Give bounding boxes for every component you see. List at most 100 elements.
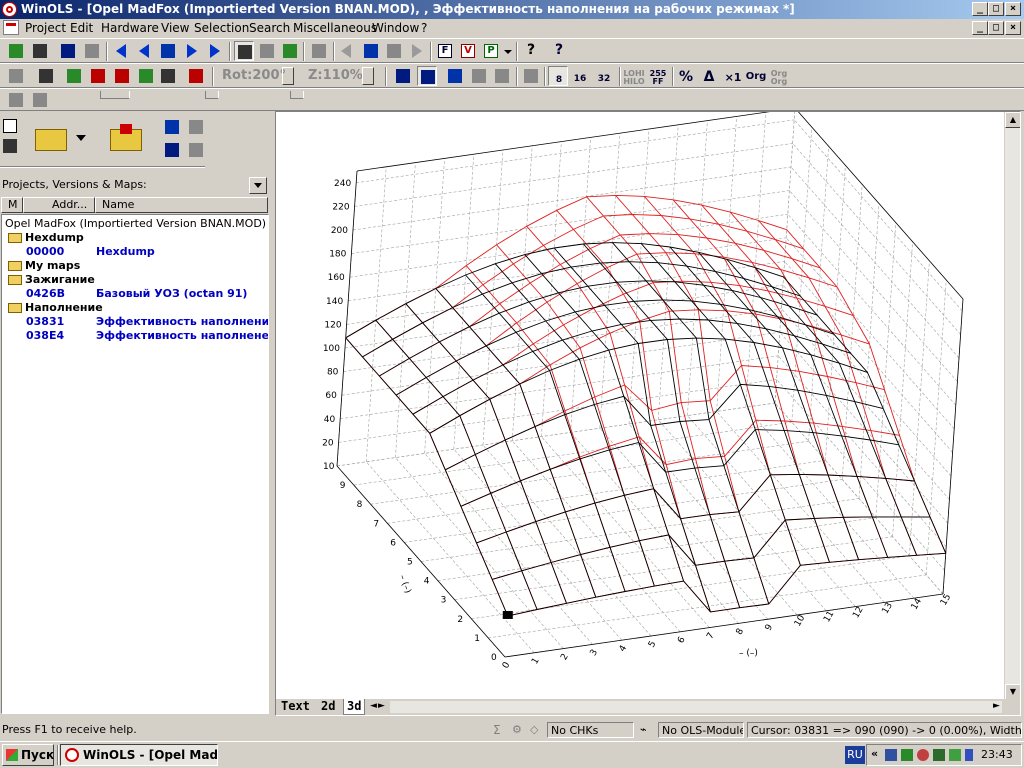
export-page-icon[interactable]: [186, 140, 206, 160]
chip-delete-icon[interactable]: [112, 66, 132, 86]
folder-filling[interactable]: Наполнение: [8, 301, 103, 315]
edit-tool-icon[interactable]: [445, 66, 465, 86]
next-map-icon[interactable]: [181, 41, 201, 61]
tab-3d[interactable]: 3d: [343, 699, 366, 715]
map-item[interactable]: 038E4 Эффективность наполненеия: [26, 329, 268, 343]
chip-remove-icon[interactable]: [88, 66, 108, 86]
map-item-selected[interactable]: 03831 Эффективность наполнения: [26, 315, 268, 329]
edit-tool3-icon[interactable]: [492, 66, 512, 86]
map-item[interactable]: 00000 Hexdump: [26, 245, 155, 259]
map-3d-view[interactable]: 20 40 60 80 100 120 140 160 180 200 220 240 0 1 2 3 4 5 6 7…: [275, 111, 1021, 716]
scroll-down-button[interactable]: ▼: [1005, 684, 1020, 700]
map-properties-icon[interactable]: [162, 140, 182, 160]
wand-icon[interactable]: [6, 41, 26, 61]
factor-button[interactable]: ×1: [722, 66, 742, 86]
percent-button[interactable]: %: [676, 66, 696, 86]
folder-hexdump[interactable]: Hexdump: [8, 231, 84, 245]
map-list-icon[interactable]: [158, 41, 178, 61]
doc-minimize-button[interactable]: _: [972, 21, 988, 35]
windows-icon[interactable]: [82, 41, 102, 61]
doc-close-button[interactable]: ×: [1005, 21, 1021, 35]
connect-icon[interactable]: [361, 41, 381, 61]
chip-icon[interactable]: [36, 66, 56, 86]
edit-tool2-icon[interactable]: [469, 66, 489, 86]
copy-map-icon[interactable]: [30, 90, 50, 110]
tree-view-icon[interactable]: [234, 41, 254, 61]
map-item[interactable]: 0426B Базовый УОЗ (octan 91): [26, 287, 247, 301]
forward-disabled-icon[interactable]: [406, 41, 426, 61]
close-button[interactable]: ×: [1005, 2, 1021, 16]
first-map-icon[interactable]: [112, 41, 132, 61]
import-folder-icon[interactable]: [110, 124, 142, 151]
open-folder-icon[interactable]: [35, 129, 67, 151]
rotation-spinner[interactable]: [282, 67, 294, 85]
menu-window[interactable]: Window: [372, 21, 419, 35]
scroll-up-button[interactable]: ▲: [1005, 112, 1020, 128]
zoom-window-icon[interactable]: [257, 41, 277, 61]
menu-edit[interactable]: Edit: [70, 21, 93, 35]
tab-scroll-right-icon[interactable]: ►: [378, 701, 385, 711]
window-icon[interactable]: [58, 41, 78, 61]
menu-help[interactable]: ?: [421, 21, 427, 35]
save-icon[interactable]: [3, 139, 17, 153]
column-header-m[interactable]: M: [1, 197, 23, 213]
format-v-icon[interactable]: V: [458, 41, 478, 61]
menu-hardware[interactable]: Hardware: [101, 21, 159, 35]
projects-dropdown-button[interactable]: [249, 177, 267, 194]
tab-text[interactable]: Text: [278, 699, 313, 714]
open-dropdown-icon[interactable]: [76, 135, 86, 141]
vertical-scrollbar[interactable]: ▲ ▼: [1004, 112, 1020, 700]
folder-ignition[interactable]: Зажигание: [8, 273, 95, 287]
format-f-icon[interactable]: F: [435, 41, 455, 61]
start-button[interactable]: Пуск: [2, 744, 54, 766]
binoculars-icon[interactable]: [309, 41, 329, 61]
width-8-button[interactable]: 8: [548, 66, 568, 86]
car-icon[interactable]: [6, 66, 26, 86]
width-32-button[interactable]: 32: [594, 66, 614, 86]
column-header-addr[interactable]: Addr...: [23, 197, 95, 213]
maximize-button[interactable]: □: [988, 2, 1004, 16]
menu-selection[interactable]: Selection: [194, 21, 249, 35]
winols-app-icon[interactable]: [2, 2, 17, 17]
format-p-icon[interactable]: P: [481, 41, 501, 61]
original-compare-button[interactable]: Org Org: [768, 66, 788, 86]
hscroll-right-icon[interactable]: ►: [993, 701, 1000, 711]
tray-expand-icon[interactable]: «: [871, 747, 878, 760]
new-map-icon[interactable]: [162, 117, 182, 137]
byte-order-button[interactable]: LOHI HILO: [623, 66, 644, 86]
language-indicator[interactable]: RU: [845, 746, 865, 764]
original-button[interactable]: Org: [745, 66, 767, 86]
view-grid-icon[interactable]: [417, 66, 437, 86]
hex-display-button[interactable]: 255 FF: [647, 66, 667, 86]
disconnect-icon[interactable]: [384, 41, 404, 61]
print-icon[interactable]: [30, 41, 50, 61]
tab-scroll-left-icon[interactable]: ◄: [370, 701, 377, 711]
view-flat-icon[interactable]: [393, 66, 413, 86]
document-icon[interactable]: [3, 20, 19, 35]
surface-chart[interactable]: 204060801001201401601802002202400 1 2 3 4 5 6 7…: [276, 112, 1004, 700]
chip-erase-icon[interactable]: [186, 66, 206, 86]
menu-search[interactable]: Search: [249, 21, 290, 35]
chip-write-icon[interactable]: [136, 66, 156, 86]
chip-add-icon[interactable]: [64, 66, 84, 86]
network-icon[interactable]: [885, 749, 897, 761]
hex-grid-icon[interactable]: [521, 66, 541, 86]
monitor-icon[interactable]: [949, 749, 961, 761]
taskbar-winols-item[interactable]: WinOLS - [Opel MadFo...: [60, 744, 218, 766]
context-help-icon[interactable]: ?: [550, 41, 570, 61]
horizontal-scrollbar[interactable]: [390, 701, 1002, 713]
app-tray-icon[interactable]: [901, 749, 913, 761]
tools-icon[interactable]: [6, 90, 26, 110]
bug-icon[interactable]: [933, 749, 945, 761]
volume-icon[interactable]: [965, 749, 973, 761]
prev-map-icon[interactable]: [135, 41, 155, 61]
stack-icon[interactable]: [280, 41, 300, 61]
column-header-name[interactable]: Name: [95, 197, 268, 213]
width-16-button[interactable]: 16: [570, 66, 590, 86]
back-disabled-icon[interactable]: [337, 41, 357, 61]
menu-miscellaneous[interactable]: Miscellaneous: [293, 21, 377, 35]
chip-read-icon[interactable]: [158, 66, 178, 86]
minimize-button[interactable]: _: [972, 2, 988, 16]
last-map-icon[interactable]: [204, 41, 224, 61]
dropdown-arrow-icon[interactable]: [501, 41, 513, 61]
